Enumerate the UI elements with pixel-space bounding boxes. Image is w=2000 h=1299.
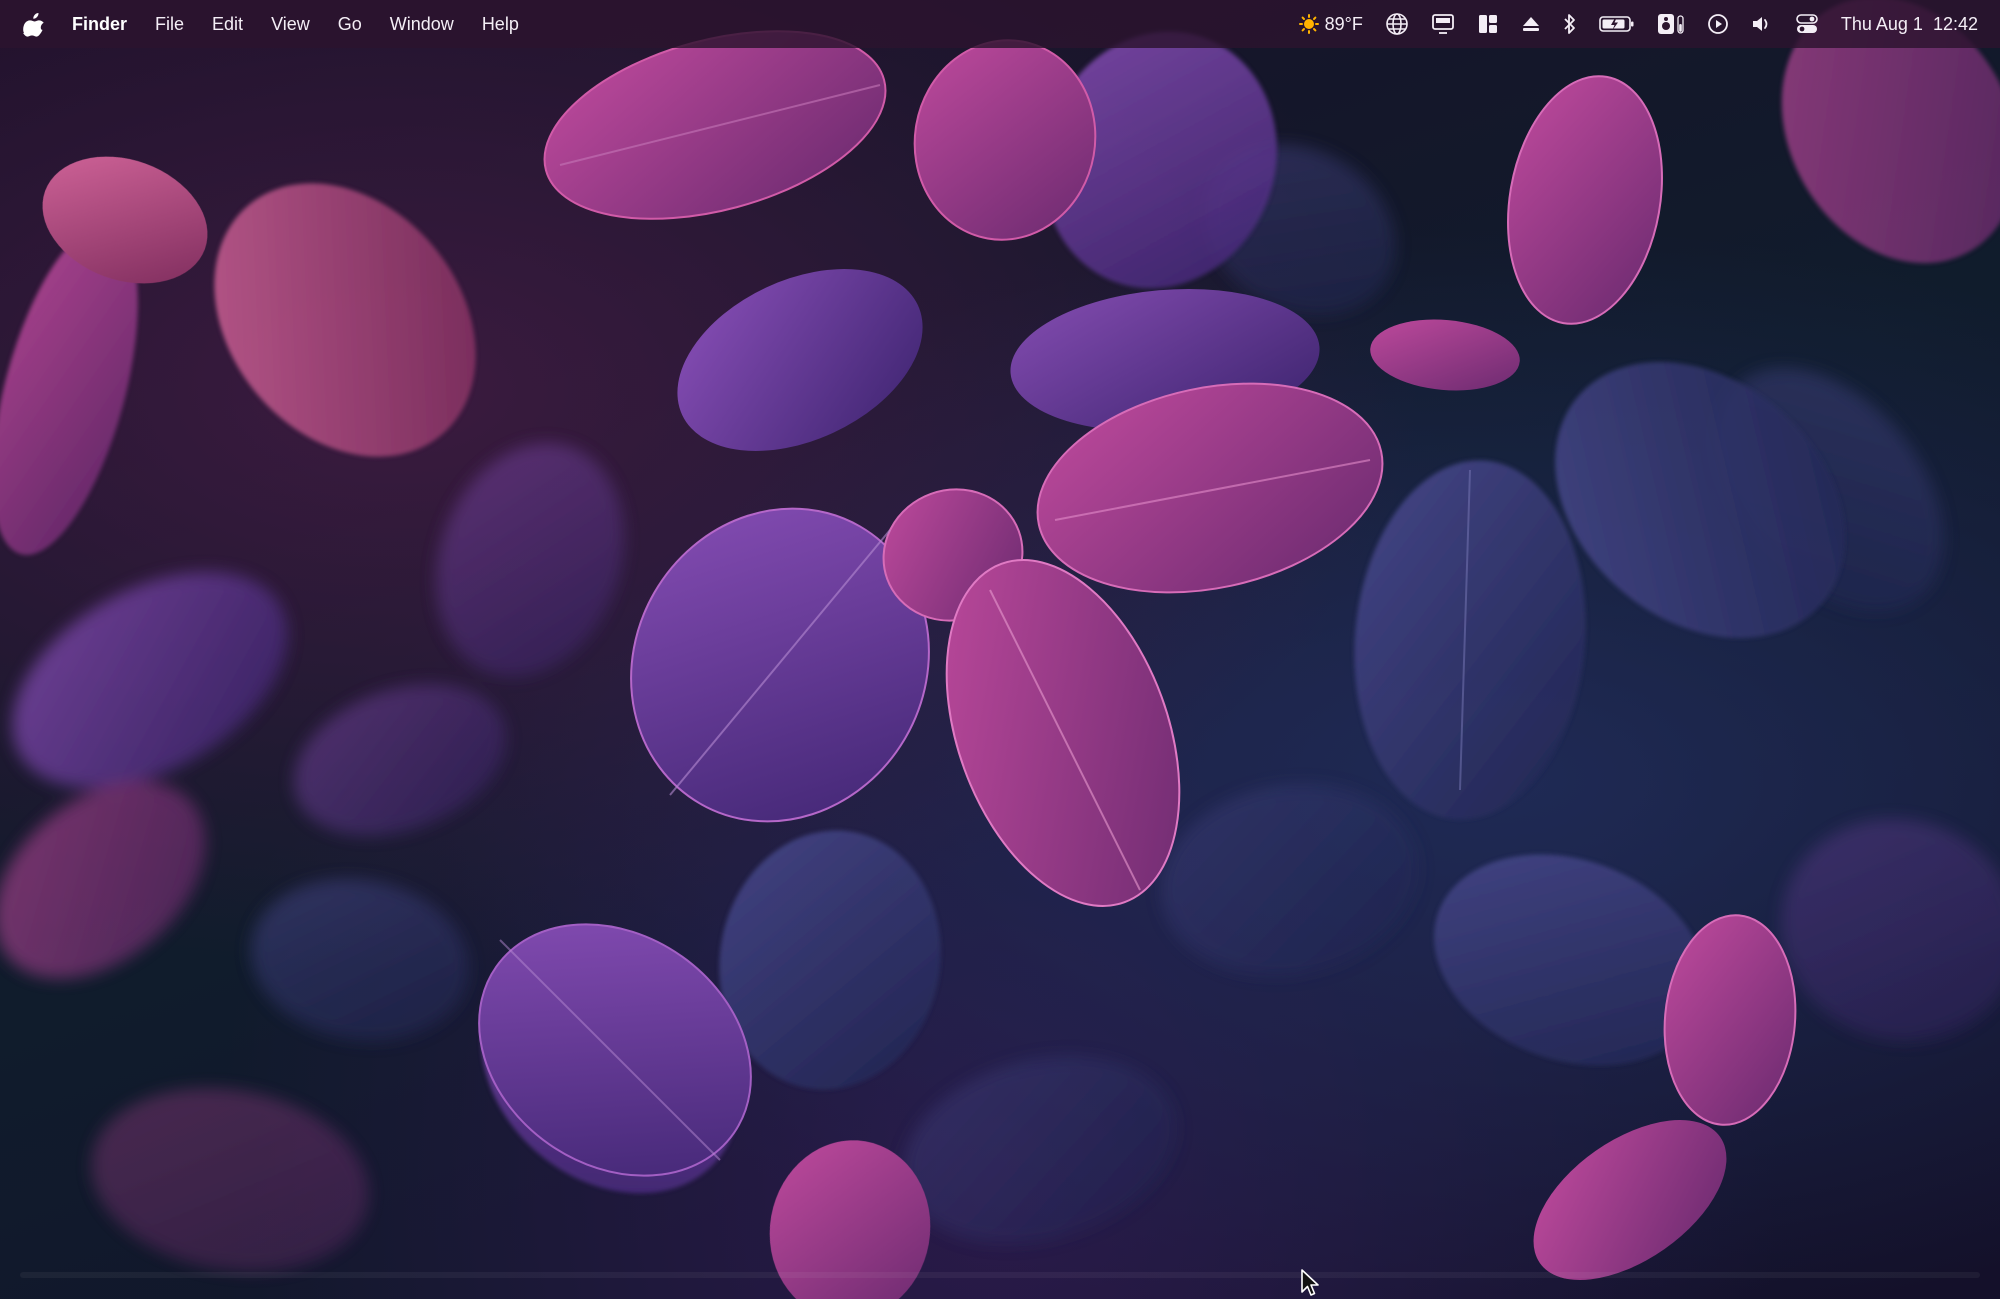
display-icon[interactable]: [1431, 10, 1455, 38]
clock-time: 12:42: [1932, 13, 1978, 34]
menu-window[interactable]: Window: [390, 14, 454, 35]
sun-icon: [1298, 14, 1319, 34]
volume-icon[interactable]: [1751, 10, 1773, 38]
desktop: Finder File Edit View Go Window Help 89°…: [0, 0, 2000, 1299]
menu-bar-right: 89°F Thu Aug 1 12:42: [1298, 10, 1978, 38]
battery-icon[interactable]: [1599, 10, 1635, 38]
weather-temperature: 89°F: [1324, 13, 1363, 34]
globe-icon[interactable]: [1385, 10, 1409, 38]
weather-widget[interactable]: 89°F: [1298, 13, 1363, 35]
menu-file[interactable]: File: [155, 14, 184, 35]
menu-bar: Finder File Edit View Go Window Help 89°…: [0, 0, 2000, 48]
menu-help[interactable]: Help: [482, 14, 519, 35]
menu-edit[interactable]: Edit: [212, 14, 243, 35]
status-app-icon[interactable]: [1657, 10, 1685, 38]
bluetooth-icon[interactable]: [1563, 10, 1577, 38]
play-icon[interactable]: [1707, 10, 1729, 38]
wallpaper-leaves: [0, 0, 2000, 1299]
menu-bar-clock[interactable]: Thu Aug 1 12:42: [1841, 14, 1978, 35]
menu-view[interactable]: View: [271, 14, 310, 35]
menu-app-name[interactable]: Finder: [72, 14, 127, 35]
mouse-cursor-icon: [1301, 1269, 1319, 1296]
eject-icon[interactable]: [1521, 10, 1541, 38]
clock-date: Thu Aug 1: [1840, 13, 1923, 34]
menu-go[interactable]: Go: [338, 14, 362, 35]
control-center-icon[interactable]: [1795, 10, 1819, 38]
menu-bar-left: Finder File Edit View Go Window Help: [22, 10, 547, 38]
apple-menu-icon[interactable]: [22, 10, 46, 38]
dock-hint: [20, 1272, 1980, 1278]
layout-icon[interactable]: [1477, 10, 1499, 38]
